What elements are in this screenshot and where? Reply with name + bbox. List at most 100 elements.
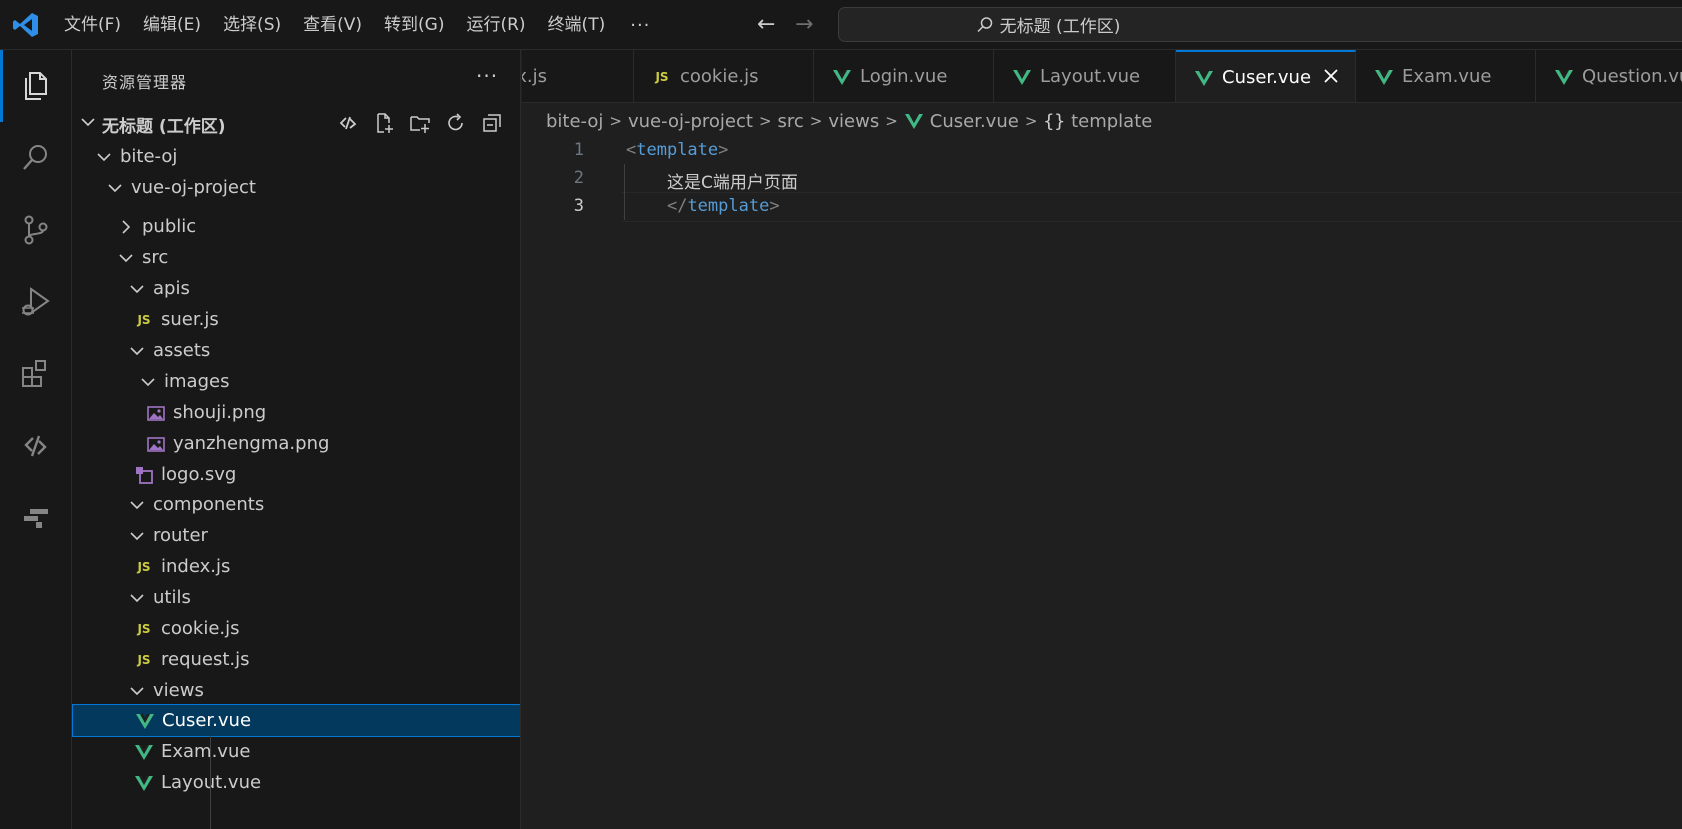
new-file-button[interactable] xyxy=(366,110,402,136)
breadcrumb-item-3[interactable]: views xyxy=(828,111,879,132)
tree-item-views[interactable]: views xyxy=(72,674,520,707)
code-line: 2 这是C端用户页面 xyxy=(522,164,1682,193)
refresh-button[interactable] xyxy=(438,110,474,136)
tree-item-logo-svg[interactable]: logo.svg xyxy=(72,458,520,491)
chevron-down-icon xyxy=(108,183,122,192)
tab-label: Layout.vue xyxy=(1040,66,1141,87)
back-arrow-icon[interactable]: ← xyxy=(757,12,775,37)
tree-item-shouji-png[interactable]: shouji.png xyxy=(72,396,520,429)
tree-item-yanzhengma-png[interactable]: yanzhengma.png xyxy=(72,427,520,460)
menu-item-2[interactable]: 选择(S) xyxy=(212,0,292,50)
tab-exam-vue[interactable]: Exam.vue xyxy=(1356,50,1536,102)
collapse-all-button[interactable] xyxy=(474,110,510,136)
source-control-button[interactable] xyxy=(0,194,72,266)
tree-item-suer-js[interactable]: JS suer.js xyxy=(72,303,520,336)
tree-item-cookie-js[interactable]: JS cookie.js xyxy=(72,612,520,645)
tree-item-vue-oj-project[interactable]: vue-oj-project xyxy=(72,171,520,204)
chevron-down-icon xyxy=(130,284,144,293)
tree-item-components[interactable]: components xyxy=(72,488,520,521)
tree-item-label: views xyxy=(153,680,204,701)
breadcrumb-item-1[interactable]: vue-oj-project xyxy=(628,111,753,132)
tag-name-token: template xyxy=(687,196,770,216)
tree-item-router[interactable]: router xyxy=(72,519,520,552)
tree-item-bite-oj[interactable]: bite-oj xyxy=(72,140,520,173)
tab-layout-vue[interactable]: Layout.vue xyxy=(994,50,1176,102)
breadcrumb-label: src xyxy=(777,110,804,132)
breadcrumb-label: bite-oj xyxy=(546,110,604,132)
vue-file-icon xyxy=(1012,67,1032,87)
menu-item-3[interactable]: 查看(V) xyxy=(292,0,373,50)
tree-item-utils[interactable]: utils xyxy=(72,581,520,614)
breadcrumb-item-5[interactable]: {} template xyxy=(1043,111,1152,132)
extensions-button[interactable] xyxy=(0,338,72,410)
title-bar: 文件(F) 编辑(E) 选择(S) 查看(V) 转到(G) 运行(R) 终端(T) ··· ←… xyxy=(0,0,1682,50)
remote-explorer-button[interactable] xyxy=(0,410,72,482)
tree-item-cuser-vue[interactable]: Cuser.vue xyxy=(72,704,520,737)
tree-item-index-js[interactable]: JS index.js xyxy=(72,550,520,583)
tree-item-label: Exam.vue xyxy=(161,741,251,762)
tree-item-apis[interactable]: apis xyxy=(72,272,520,305)
breadcrumb-separator: > xyxy=(609,112,622,130)
more-actions-icon[interactable]: ··· xyxy=(476,64,498,88)
explorer-button[interactable] xyxy=(0,50,72,122)
vue-file-icon xyxy=(904,111,924,131)
code-line: 1 <template> xyxy=(522,136,1682,164)
chevron-down-icon xyxy=(119,253,133,262)
tree-item-label: request.js xyxy=(161,649,250,670)
workspace-actions xyxy=(330,110,510,136)
tree-item-request-js[interactable]: JS request.js xyxy=(72,643,520,676)
menu-item-6[interactable]: 终端(T) xyxy=(537,0,617,50)
breadcrumb-separator: > xyxy=(809,112,823,130)
menu-item-1[interactable]: 编辑(E) xyxy=(132,0,212,50)
workspace-header[interactable]: 无标题 (工作区) xyxy=(72,108,520,138)
new-file-icon xyxy=(377,113,393,133)
bracket-token: > xyxy=(769,196,780,216)
close-icon[interactable] xyxy=(1321,66,1341,86)
tree-item-label: Cuser.vue xyxy=(162,710,252,731)
sidebar-title: 资源管理器 xyxy=(102,73,188,92)
tree-item-label: components xyxy=(153,494,265,515)
chevron-down-icon xyxy=(130,686,144,695)
menu-item-4[interactable]: 转到(G) xyxy=(373,0,455,50)
menu-item-5[interactable]: 运行(R) xyxy=(455,0,536,50)
tab-login-vue[interactable]: Login.vue xyxy=(814,50,994,102)
files-icon xyxy=(25,72,47,100)
search-button[interactable] xyxy=(0,122,72,194)
forward-arrow-icon[interactable]: → xyxy=(795,12,813,37)
tab-label: x.js xyxy=(522,66,547,87)
chevron-down-icon xyxy=(130,531,144,540)
breadcrumb-label: views xyxy=(828,110,880,132)
js-file-icon: JS xyxy=(137,312,151,327)
breadcrumb-separator: > xyxy=(1024,112,1038,130)
breadcrumb-item-2[interactable]: src xyxy=(778,111,804,132)
tree-item-exam-vue[interactable]: Exam.vue xyxy=(72,735,520,768)
code-editor[interactable]: 1 <template> 2 这是C端用户页面 3 </template> xyxy=(522,136,1682,829)
run-debug-button[interactable] xyxy=(0,266,72,338)
tree-item-src[interactable]: src xyxy=(72,241,520,274)
tree-item-images[interactable]: images xyxy=(72,365,520,398)
vscode-logo-icon xyxy=(13,13,38,37)
tab-question-vue[interactable]: Question.vue xyxy=(1536,50,1682,102)
bracket-token: </ xyxy=(666,196,688,216)
tab-label: Exam.vue xyxy=(1402,66,1492,87)
breadcrumb-item-4[interactable]: Cuser.vue xyxy=(904,111,1019,132)
tree-item-public[interactable]: public xyxy=(72,210,520,243)
tree-item-assets[interactable]: assets xyxy=(72,334,520,367)
remote-action-button[interactable] xyxy=(330,110,366,136)
new-folder-button[interactable] xyxy=(402,110,438,136)
tree-item-layout-vue[interactable]: Layout.vue xyxy=(72,766,520,799)
tab-x-js[interactable]: x.js xyxy=(522,50,634,102)
command-center-search[interactable]: 无标题 (工作区) xyxy=(838,7,1682,42)
menu-item-0[interactable]: 文件(F) xyxy=(60,0,132,50)
panel-button[interactable] xyxy=(0,482,72,554)
line-number: 2 xyxy=(573,168,584,188)
menu-more-icon[interactable]: ··· xyxy=(616,15,664,36)
tree-item-label: suer.js xyxy=(161,309,219,330)
workspace-title: 无标题 (工作区) xyxy=(102,117,226,137)
code-content: 这是C端用户页面 xyxy=(626,168,798,193)
tab-cookie-js[interactable]: JS cookie.js xyxy=(634,50,814,102)
breadcrumb-item-0[interactable]: bite-oj xyxy=(546,111,603,132)
tab-cuser-vue[interactable]: Cuser.vue xyxy=(1176,50,1356,102)
menu-bar: 文件(F) 编辑(E) 选择(S) 查看(V) 转到(G) 运行(R) 终端(T) ··· xyxy=(60,0,664,50)
source-control-icon xyxy=(24,215,48,245)
